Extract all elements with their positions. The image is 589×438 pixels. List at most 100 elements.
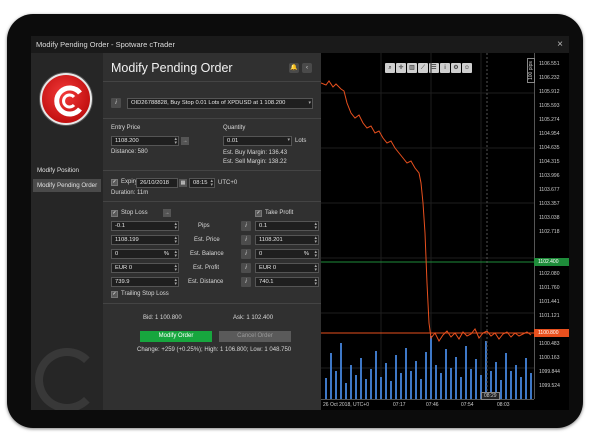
chart-canvas: [321, 53, 534, 399]
sidebar-item-modify-pending-order[interactable]: Modify Pending Order: [33, 179, 101, 192]
y-tick: 1103.677: [539, 187, 560, 193]
sl-pips-value: -0.1: [115, 223, 125, 229]
tp-distance-input[interactable]: 740.1 ▴ ▾: [255, 277, 319, 287]
percent-label: %: [163, 251, 169, 257]
expiry-date-value: 26/10/2018: [140, 180, 170, 186]
sl-balance-input[interactable]: 0% ▴ ▾: [111, 249, 179, 259]
expiry-time-input[interactable]: 08:15 ▴ ▾: [189, 178, 215, 188]
sl-profit-value: 0: [128, 265, 133, 271]
sl-profit-input[interactable]: EUR 0 ▴ ▾: [111, 263, 179, 273]
info-icon[interactable]: i: [241, 221, 251, 231]
close-icon[interactable]: ×: [557, 36, 563, 53]
collapse-icon[interactable]: ‹: [302, 63, 312, 73]
y-tick: 1100.163: [539, 355, 560, 361]
app-window: Modify Pending Order - Spotware cTrader …: [31, 36, 569, 410]
stepper-icon[interactable]: ▴ ▾: [174, 222, 177, 231]
divider: [103, 81, 321, 82]
y-tick: 1105.274: [539, 117, 560, 123]
tp-pips-input[interactable]: 0.1 ▴ ▾: [255, 221, 319, 231]
tp-profit-value: 0: [272, 265, 277, 271]
stepper-icon[interactable]: ▴ ▾: [314, 250, 317, 259]
price-chart[interactable]: ⌕ ✛ ▥ ⟋ ☰ i ⚙ ☺ 1106.551 1106.232 1105.912 1105…: [321, 53, 569, 410]
stepper-icon[interactable]: ▴ ▾: [314, 222, 317, 231]
stop-loss-checkbox[interactable]: ✓: [111, 210, 118, 217]
duration-text: Duration: 11m: [111, 190, 149, 196]
quantity-input[interactable]: 0.01 ▾: [223, 136, 292, 146]
info-icon[interactable]: i: [111, 98, 121, 108]
x-tick: 07:17: [393, 402, 406, 408]
tablet-frame: Modify Pending Order - Spotware cTrader …: [7, 14, 583, 428]
tp-profit-input[interactable]: EUR 0 ▴ ▾: [255, 263, 319, 273]
stepper-icon[interactable]: ▴ ▾: [174, 236, 177, 245]
bell-icon[interactable]: 🔔: [289, 63, 299, 73]
y-tick: 1101.760: [539, 285, 560, 291]
stop-loss-label: Stop Loss: [121, 210, 148, 216]
stepper-icon[interactable]: ▴ ▾: [210, 179, 213, 188]
y-tick: 1104.954: [539, 131, 560, 137]
take-profit-checkbox[interactable]: ✓: [255, 210, 262, 217]
order-panel: Modify Pending Order 🔔 ‹ i OID26788828, …: [103, 53, 321, 410]
expiry-checkbox[interactable]: ✓: [111, 179, 118, 186]
currency-label: EUR: [115, 265, 128, 271]
y-tick: 1106.551: [539, 61, 560, 67]
stepper-icon[interactable]: ▴ ▾: [314, 236, 317, 245]
sell-margin-text: Est. Sell Margin: 138.22: [223, 159, 287, 165]
grid: [321, 53, 534, 399]
currency-label: EUR: [259, 265, 272, 271]
pips-row-label: Pips: [198, 223, 210, 229]
y-tick: 1102.080: [539, 271, 560, 277]
sl-distance-input[interactable]: 739.9 ▴ ▾: [111, 277, 179, 287]
entry-price-input[interactable]: 1108.200 ▴ ▾: [111, 136, 179, 146]
stepper-icon[interactable]: ▴ ▾: [174, 264, 177, 273]
y-tick: 1101.441: [539, 299, 560, 305]
divider: [103, 201, 321, 202]
info-icon[interactable]: i: [241, 263, 251, 273]
x-tick: 08:03: [497, 402, 510, 408]
stepper-icon[interactable]: ▴ ▾: [314, 264, 317, 273]
price-line: [321, 80, 532, 342]
cancel-order-button[interactable]: Cancel Order: [219, 331, 291, 342]
sl-price-input[interactable]: 1108.199 ▴ ▾: [111, 235, 179, 245]
stepper-icon[interactable]: ▴ ▾: [174, 278, 177, 287]
info-icon[interactable]: i: [241, 249, 251, 259]
quantity-label: Quantity: [223, 125, 246, 131]
sl-pips-input[interactable]: -0.1 ▴ ▾: [111, 221, 179, 231]
change-text: Change: +259 (+0.25%); High: 1 106.800; …: [137, 347, 292, 353]
divider: [103, 118, 321, 119]
trailing-stop-label: Trailing Stop Loss: [121, 291, 169, 297]
pips-scale-label: 100 pips: [527, 58, 535, 83]
info-icon[interactable]: i: [241, 277, 251, 287]
tp-balance-value: 0: [259, 251, 263, 257]
x-tick: 26 Oct 2018, UTC+0: [323, 402, 369, 408]
trailing-stop-checkbox[interactable]: ✓: [111, 291, 118, 298]
info-icon[interactable]: i: [241, 235, 251, 245]
sidebar-item-modify-position[interactable]: Modify Position: [33, 164, 101, 177]
arrow-right-icon[interactable]: →: [181, 137, 189, 145]
take-profit-label: Take Profit: [265, 210, 294, 216]
entry-price-label: Entry Price: [111, 125, 141, 131]
sl-distance-value: 739.9: [115, 279, 130, 285]
sl-balance-value: 0: [115, 251, 119, 257]
tp-price-input[interactable]: 1108.201 ▴ ▾: [255, 235, 319, 245]
lots-label: Lots: [295, 138, 307, 144]
stepper-icon[interactable]: ▴ ▾: [314, 278, 317, 287]
tp-pips-value: 0.1: [259, 223, 268, 229]
tp-balance-input[interactable]: 0% ▴ ▾: [255, 249, 319, 259]
quantity-value: 0.01: [227, 138, 239, 144]
modify-order-button[interactable]: Modify Order: [140, 331, 212, 342]
y-tick: 1101.121: [539, 313, 560, 319]
expiry-date-input[interactable]: 26/10/2018: [136, 178, 178, 188]
chevron-down-icon: ▾: [308, 100, 311, 106]
time-axis: 26 Oct 2018, UTC+0 07:17 07:46 07:54 08:…: [321, 392, 534, 410]
stepper-icon[interactable]: ▴ ▾: [174, 250, 177, 259]
calendar-icon[interactable]: ▦: [179, 179, 187, 187]
arrow-right-icon[interactable]: →: [163, 209, 171, 217]
order-select-value: OID26788828, Buy Stop 0.01 Lots of XPDUS…: [131, 100, 286, 106]
order-select[interactable]: OID26788828, Buy Stop 0.01 Lots of XPDUS…: [127, 98, 313, 109]
y-tick: 1099.844: [539, 369, 560, 375]
stepper-icon[interactable]: ▴ ▾: [174, 137, 177, 146]
y-tick: 1106.232: [539, 75, 560, 81]
y-tick: 1104.315: [539, 159, 560, 165]
y-tick: 1103.996: [539, 173, 560, 179]
y-tick: 1099.524: [539, 383, 560, 389]
